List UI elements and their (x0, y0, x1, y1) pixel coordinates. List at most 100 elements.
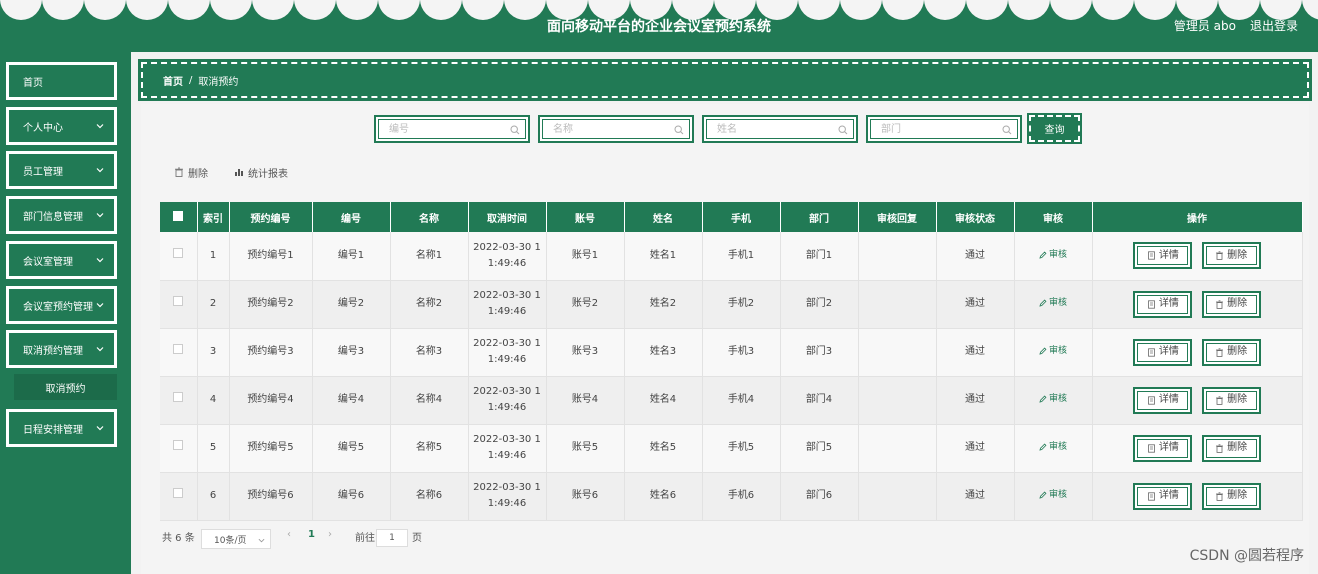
prev-page-button[interactable]: ‹ (287, 529, 291, 540)
search-field-name[interactable] (538, 115, 694, 143)
chevron-down-icon (96, 168, 104, 173)
search-input-department[interactable] (871, 120, 1017, 138)
logout-link[interactable]: 退出登录 (1250, 17, 1298, 34)
column-header: 审核回复 (858, 202, 937, 232)
cell-audit: 审核 (1014, 424, 1093, 473)
audit-link[interactable]: 审核 (1039, 343, 1067, 359)
breadcrumb-home[interactable]: 首页 (163, 73, 183, 88)
detail-button[interactable]: 详情 (1133, 338, 1193, 366)
statistics-report-label: 统计报表 (248, 168, 288, 180)
cell-cancel-time: 2022-03-30 1 1:49:46 (468, 424, 547, 473)
cancel-time-line1: 2022-03-30 1 (473, 434, 541, 445)
cell-phone: 手机2 (702, 280, 781, 329)
sidebar-item-room-booking[interactable]: 会议室预约管理 (6, 286, 117, 324)
breadcrumb-current: 取消预约 (198, 76, 239, 88)
sidebar-item-cancel-booking[interactable]: 取消预约管理 (6, 330, 117, 368)
cell-account: 账号6 (546, 472, 625, 521)
delete-button[interactable]: 删除 (1201, 386, 1261, 414)
cell-audit: 审核 (1014, 280, 1093, 329)
row-checkbox[interactable] (173, 440, 184, 450)
delete-button[interactable]: 删除 (1201, 290, 1261, 318)
search-input-person[interactable] (707, 120, 853, 138)
row-checkbox[interactable] (173, 247, 184, 258)
delete-button[interactable]: 删除 (1201, 338, 1261, 366)
page-number-current[interactable]: 1 (308, 529, 315, 540)
audit-label: 审核 (1048, 298, 1067, 308)
document-icon (1148, 251, 1155, 260)
detail-label: 详情 (1158, 394, 1179, 405)
batch-delete-button[interactable]: 删除 (174, 164, 208, 180)
cancel-time-line1: 2022-03-30 1 (473, 241, 541, 253)
sidebar-item-employee[interactable]: 员工管理 (6, 151, 117, 189)
detail-label: 详情 (1158, 249, 1179, 261)
cell-account: 账号4 (546, 376, 625, 425)
sidebar-item-meeting-room[interactable]: 会议室管理 (6, 241, 117, 279)
detail-button[interactable]: 详情 (1133, 290, 1193, 318)
delete-button[interactable]: 删除 (1201, 482, 1261, 510)
audit-link[interactable]: 审核 (1039, 247, 1067, 263)
table-row: 2 预约编号2 编号2 名称2 2022-03-30 1 1:49:46 账号2 … (160, 280, 1303, 329)
cell-no: 编号4 (312, 376, 391, 425)
cell-status: 通过 (936, 280, 1015, 329)
sidebar-item-personal-center[interactable]: 个人中心 (6, 107, 117, 145)
statistics-report-button[interactable]: 统计报表 (234, 164, 288, 180)
cell-audit: 审核 (1014, 328, 1093, 377)
row-checkbox[interactable] (173, 344, 184, 354)
row-checkbox[interactable] (173, 488, 184, 498)
cell-cancel-time: 2022-03-30 1 1:49:46 (468, 232, 547, 281)
audit-link[interactable]: 审核 (1039, 487, 1067, 503)
sidebar-item-home[interactable]: 首页 (6, 62, 117, 100)
page-size-select[interactable]: 10条/页 (201, 529, 271, 549)
delete-button[interactable]: 删除 (1201, 242, 1261, 270)
audit-link[interactable]: 审核 (1039, 391, 1067, 407)
search-field-department[interactable] (866, 115, 1022, 143)
cell-status: 通过 (936, 328, 1015, 377)
cell-name: 名称3 (390, 328, 469, 377)
audit-link[interactable]: 审核 (1039, 295, 1067, 311)
query-button[interactable]: 查询 (1027, 113, 1082, 144)
delete-button[interactable]: 删除 (1201, 434, 1261, 462)
edit-icon (1039, 395, 1047, 403)
cell-name: 名称4 (390, 376, 469, 425)
column-header: 账号 (546, 202, 625, 232)
table-row: 6 预约编号6 编号6 名称6 2022-03-30 1 1:49:46 账号6 … (160, 472, 1303, 521)
chevron-down-icon (96, 258, 104, 263)
cell-name: 名称2 (390, 280, 469, 329)
sidebar-item-label: 个人中心 (23, 122, 63, 134)
sidebar-item-department[interactable]: 部门信息管理 (6, 196, 117, 234)
search-input-name[interactable] (543, 120, 689, 138)
cell-reply (858, 328, 937, 377)
column-header: 预约编号 (229, 202, 313, 232)
cancel-time-line2: 1:49:46 (487, 402, 527, 413)
sidebar-item-label: 首页 (23, 77, 43, 89)
cell-person: 姓名1 (624, 232, 703, 281)
detail-button[interactable]: 详情 (1133, 434, 1193, 462)
audit-label: 审核 (1048, 442, 1067, 452)
search-input-number[interactable] (379, 120, 525, 138)
detail-button[interactable]: 详情 (1133, 386, 1193, 414)
audit-label: 审核 (1048, 394, 1067, 404)
audit-link[interactable]: 审核 (1039, 439, 1067, 455)
detail-button[interactable]: 详情 (1133, 482, 1193, 510)
cell-booking-no: 预约编号6 (229, 472, 313, 521)
detail-button[interactable]: 详情 (1133, 242, 1193, 270)
cell-name: 名称6 (390, 472, 469, 521)
audit-label: 审核 (1048, 490, 1067, 500)
edit-icon (1039, 347, 1047, 355)
search-field-number[interactable] (374, 115, 530, 143)
cell-person: 姓名2 (624, 280, 703, 329)
cell-name: 名称1 (390, 232, 469, 281)
cell-no: 编号3 (312, 328, 391, 377)
cell-actions: 详情 删除 (1092, 472, 1303, 521)
select-all-checkbox[interactable] (173, 210, 184, 221)
sidebar-item-schedule[interactable]: 日程安排管理 (6, 409, 117, 447)
next-page-button[interactable]: › (328, 529, 332, 540)
row-checkbox[interactable] (173, 296, 184, 306)
cell-booking-no: 预约编号4 (229, 376, 313, 425)
page-jump-input[interactable] (376, 529, 408, 547)
row-checkbox[interactable] (173, 392, 184, 402)
current-user: 管理员 abo (1173, 19, 1236, 33)
cell-cancel-time: 2022-03-30 1 1:49:46 (468, 280, 547, 329)
search-field-person[interactable] (702, 115, 858, 143)
sidebar-subitem-cancel[interactable]: 取消预约 (14, 374, 117, 400)
